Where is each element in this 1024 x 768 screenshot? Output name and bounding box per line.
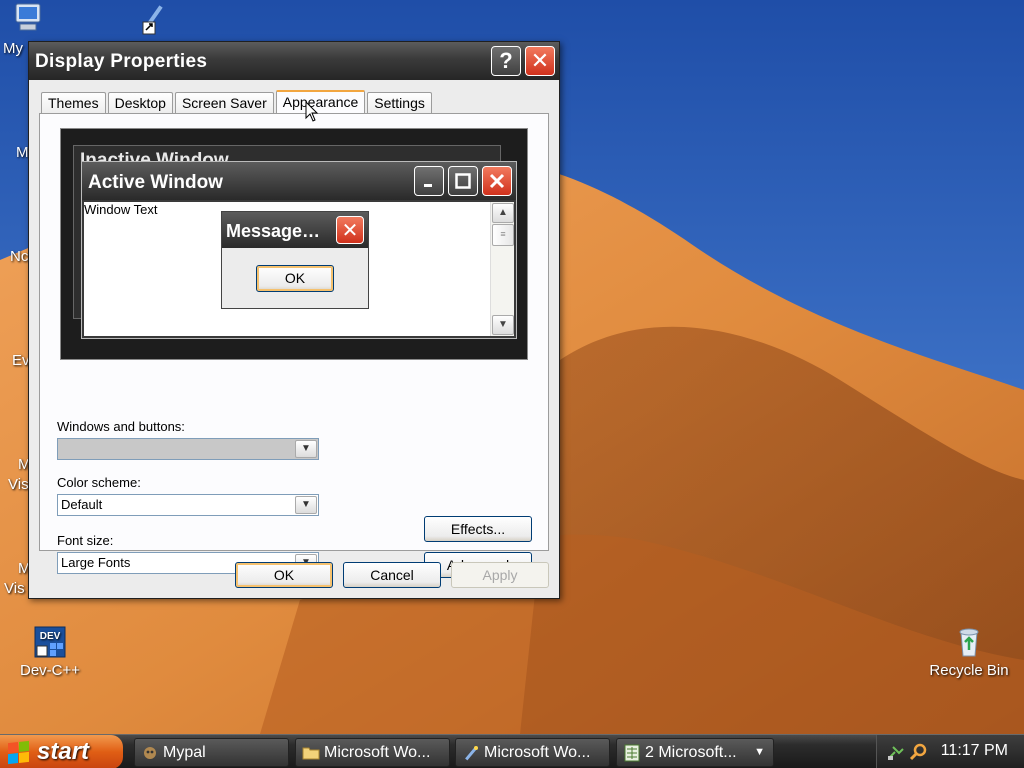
wizard-shortcut-icon: [142, 5, 163, 35]
scroll-down-icon: ▼: [492, 315, 514, 335]
tab-strip: Themes Desktop Screen Saver Appearance S…: [41, 90, 434, 114]
desktop-partial-label: Nc: [10, 248, 29, 265]
windows-buttons-label: Windows and buttons:: [57, 419, 185, 434]
taskbar-button-microsoft-wo-1[interactable]: Microsoft Wo...: [295, 738, 450, 767]
task-label: 2 Microsoft...: [645, 744, 737, 761]
preview-close-icon: [482, 166, 512, 196]
mouse-cursor-icon: [305, 101, 319, 122]
taskbar-button-microsoft-wo-2[interactable]: Microsoft Wo...: [455, 738, 610, 767]
preview-message-title: Message…: [226, 221, 321, 241]
recycle-bin-icon: [959, 628, 979, 657]
taskbar-button-mypal[interactable]: Mypal: [134, 738, 289, 767]
mypal-icon: [144, 747, 156, 759]
system-tray: 11:17 PM: [876, 735, 1024, 768]
dialog-title: Display Properties: [35, 51, 208, 72]
effects-button[interactable]: Effects...: [424, 516, 532, 542]
desktop-partial-label: Vis: [8, 476, 29, 493]
windows-buttons-select: ▼: [57, 438, 319, 460]
desktop-partial-label: Vis: [4, 580, 25, 597]
scroll-up-icon: ▲: [492, 203, 514, 223]
task-label: Microsoft Wo...: [484, 744, 591, 761]
help-icon: ?: [499, 48, 513, 73]
help-button[interactable]: ?: [491, 46, 521, 76]
devcpp-icon: DEV: [34, 626, 66, 658]
tab-themes[interactable]: Themes: [41, 92, 106, 114]
chevron-down-icon: ▼: [295, 440, 317, 458]
desktop-icon-recycle-bin[interactable]: Recycle Bin: [922, 626, 1016, 679]
search-icon[interactable]: [909, 743, 927, 761]
preview-window-text: Window Text: [84, 202, 158, 217]
network-icon[interactable]: [887, 743, 905, 761]
ok-button[interactable]: OK: [235, 562, 333, 588]
preview-message-box: Message… ✕ OK: [221, 211, 369, 309]
clock[interactable]: 11:17 PM: [941, 742, 1008, 760]
preview-message-close-icon: ✕: [336, 216, 364, 244]
svg-text:DEV: DEV: [40, 631, 61, 642]
preview-active-titlebar: Active Window: [82, 162, 516, 200]
appearance-panel: Inactive Window Active Window Window Tex…: [39, 113, 549, 578]
appearance-preview: Inactive Window Active Window Window Tex…: [60, 128, 528, 360]
apply-button[interactable]: Apply: [451, 562, 549, 588]
desktop-partial-label: M: [16, 144, 29, 161]
dialog-titlebar[interactable]: Display Properties ? ✕: [29, 42, 559, 80]
taskbar-button-microsoft-group[interactable]: 2 Microsoft... ▼: [616, 738, 774, 767]
chevron-down-icon: ▼: [754, 746, 765, 758]
computer-icon: [15, 3, 41, 31]
preview-active-title: Active Window: [88, 172, 223, 193]
color-scheme-label: Color scheme:: [57, 475, 141, 490]
task-label: Mypal: [163, 744, 206, 761]
preview-maximize-icon: [448, 166, 478, 196]
desktop-icon-shortcut[interactable]: [134, 2, 174, 40]
taskbar: start Mypal Microsoft Wo... Microsoft Wo…: [0, 734, 1024, 768]
color-scheme-value: Default: [61, 497, 103, 512]
tab-settings[interactable]: Settings: [367, 92, 432, 114]
desktop-icon-label: My: [3, 40, 23, 57]
tab-screen-saver[interactable]: Screen Saver: [174, 92, 274, 114]
preview-scrollbar: ▲ ≡ ▼: [490, 202, 514, 336]
desktop-icon-label: Dev-C++: [19, 662, 81, 679]
desktop-icon-my-computer[interactable]: My: [0, 2, 56, 57]
preview-message-titlebar: Message… ✕: [222, 212, 368, 248]
cancel-button[interactable]: Cancel: [343, 562, 441, 588]
close-icon: ✕: [530, 48, 550, 73]
tab-appearance[interactable]: Appearance: [275, 90, 366, 114]
start-button[interactable]: start: [0, 735, 123, 768]
preview-minimize-icon: [414, 166, 444, 196]
start-label: start: [37, 738, 90, 765]
desktop-partial-label: Ev: [12, 352, 30, 369]
folder-icon: [302, 747, 320, 760]
desktop-icon-devcpp[interactable]: DEV Dev-C++: [10, 626, 90, 679]
display-properties-dialog: Display Properties ? ✕ Themes Desktop Sc…: [28, 41, 560, 599]
color-scheme-select[interactable]: Default ▼: [57, 494, 319, 516]
chevron-down-icon[interactable]: ▼: [295, 496, 317, 514]
font-size-label: Font size:: [57, 533, 114, 548]
tab-desktop[interactable]: Desktop: [107, 92, 173, 114]
preview-message-ok: OK: [256, 265, 334, 292]
windows-logo-icon: [8, 740, 29, 764]
wizard-icon: [465, 746, 478, 761]
scroll-thumb: ≡: [492, 224, 514, 246]
spreadsheet-icon: [624, 744, 640, 762]
desktop-icon-label: Recycle Bin: [929, 662, 1009, 679]
close-button[interactable]: ✕: [525, 46, 555, 76]
font-size-value: Large Fonts: [61, 555, 131, 570]
task-label: Microsoft Wo...: [324, 744, 431, 761]
